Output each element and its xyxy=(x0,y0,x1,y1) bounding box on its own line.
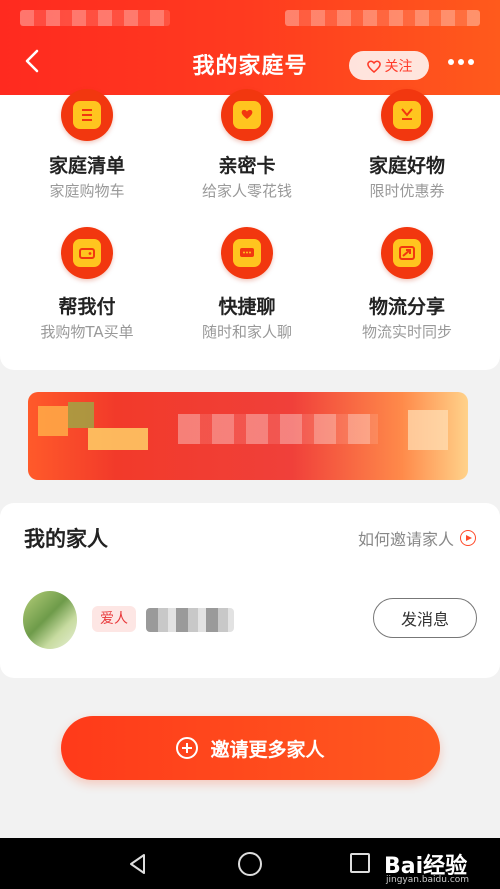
service-label: 物流分享 xyxy=(368,296,445,318)
shopping-bag-icon xyxy=(381,89,433,141)
invite-more-button[interactable]: 邀请更多家人 xyxy=(61,716,440,780)
wallet-icon xyxy=(61,227,113,279)
system-nav-bar: Bai经验 jingyan.baidu.com xyxy=(0,838,500,889)
service-label: 快捷聊 xyxy=(218,296,276,318)
more-dot xyxy=(448,59,454,65)
service-sub: 我购物TA买单 xyxy=(40,323,134,341)
how-to-invite-link[interactable]: 如何邀请家人 xyxy=(358,526,476,550)
member-name-blurred xyxy=(146,608,234,632)
more-dot xyxy=(468,59,474,65)
how-to-invite-label: 如何邀请家人 xyxy=(357,530,454,549)
chevron-left-icon xyxy=(25,49,39,73)
relation-badge: 爱人 xyxy=(92,606,136,632)
service-label: 家庭清单 xyxy=(48,155,125,177)
service-sub: 家庭购物车 xyxy=(49,182,125,200)
more-dot xyxy=(458,59,464,65)
service-sub: 限时优惠券 xyxy=(369,182,445,200)
send-message-button[interactable]: 发消息 xyxy=(373,598,477,638)
avatar[interactable] xyxy=(23,591,77,649)
nav-recent-button[interactable] xyxy=(350,853,370,873)
baidu-watermark-url: jingyan.baidu.com xyxy=(386,875,470,885)
status-bar-blurred xyxy=(20,10,170,26)
family-card: 我的家人 如何邀请家人 xyxy=(0,503,500,678)
services-card: 家庭清单 家庭购物车 亲密卡 给家人零花钱 家庭好物 限时优惠券 帮我付 我购物… xyxy=(0,89,500,370)
service-label: 帮我付 xyxy=(58,296,116,318)
status-bar-blurred-right xyxy=(285,10,480,26)
triangle-back-icon xyxy=(130,854,145,874)
share-icon xyxy=(381,227,433,279)
nav-home-button[interactable] xyxy=(238,852,262,876)
service-sub: 给家人零花钱 xyxy=(201,182,292,200)
service-label: 家庭好物 xyxy=(368,155,445,177)
more-button[interactable] xyxy=(443,50,479,74)
chat-icon xyxy=(221,227,273,279)
back-button[interactable] xyxy=(18,46,48,76)
promo-banner-blurred[interactable] xyxy=(28,392,468,480)
heart-icon xyxy=(366,60,381,73)
app-header: 我的家庭号 关注 xyxy=(0,0,500,95)
follow-label: 关注 xyxy=(384,58,413,75)
service-sub: 物流实时同步 xyxy=(361,323,452,341)
plus-circle-icon xyxy=(176,737,199,759)
family-title: 我的家人 xyxy=(24,527,108,551)
list-icon xyxy=(61,89,113,141)
play-icon xyxy=(460,530,476,546)
heart-card-icon xyxy=(221,89,273,141)
nav-back-button[interactable] xyxy=(126,852,150,876)
service-sub: 随时和家人聊 xyxy=(201,323,292,341)
invite-more-label: 邀请更多家人 xyxy=(210,738,325,761)
service-label: 亲密卡 xyxy=(218,155,276,177)
follow-button[interactable]: 关注 xyxy=(349,51,429,80)
